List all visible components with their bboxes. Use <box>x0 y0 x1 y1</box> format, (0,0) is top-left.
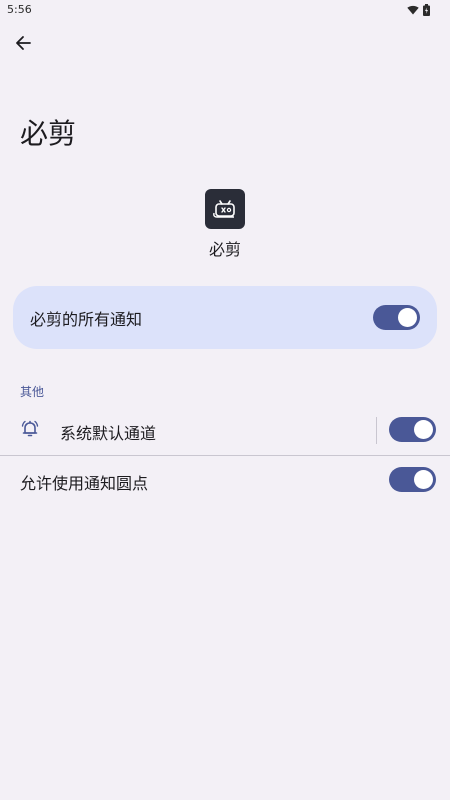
toggle-knob <box>414 420 433 439</box>
arrow-left-icon <box>16 36 31 50</box>
toggle-knob <box>398 308 417 327</box>
channel-toggle[interactable] <box>389 417 436 442</box>
back-button[interactable] <box>8 28 38 58</box>
notification-dots-row[interactable]: 允许使用通知圆点 <box>0 456 450 506</box>
notification-dots-label: 允许使用通知圆点 <box>20 474 149 493</box>
all-notifications-card[interactable]: 必剪的所有通知 <box>13 286 437 349</box>
app-name: 必剪 <box>208 240 241 259</box>
battery-icon <box>423 4 430 16</box>
channel-row-default[interactable]: 系统默认通道 <box>0 405 450 455</box>
app-logo-icon <box>213 200 235 218</box>
notification-dots-toggle[interactable] <box>389 467 436 492</box>
vertical-divider <box>376 417 377 444</box>
wifi-icon <box>407 5 419 15</box>
app-icon <box>205 189 245 229</box>
all-notifications-toggle[interactable] <box>373 305 420 330</box>
toggle-knob <box>414 470 433 489</box>
bell-icon <box>21 420 39 437</box>
status-icons <box>407 4 430 16</box>
status-time: 5:56 <box>7 3 32 16</box>
all-notifications-label: 必剪的所有通知 <box>30 310 143 329</box>
section-header-other: 其他 <box>20 385 45 399</box>
page-title: 必剪 <box>20 117 77 150</box>
status-bar: 5:56 <box>0 0 450 22</box>
channel-label: 系统默认通道 <box>60 424 157 443</box>
